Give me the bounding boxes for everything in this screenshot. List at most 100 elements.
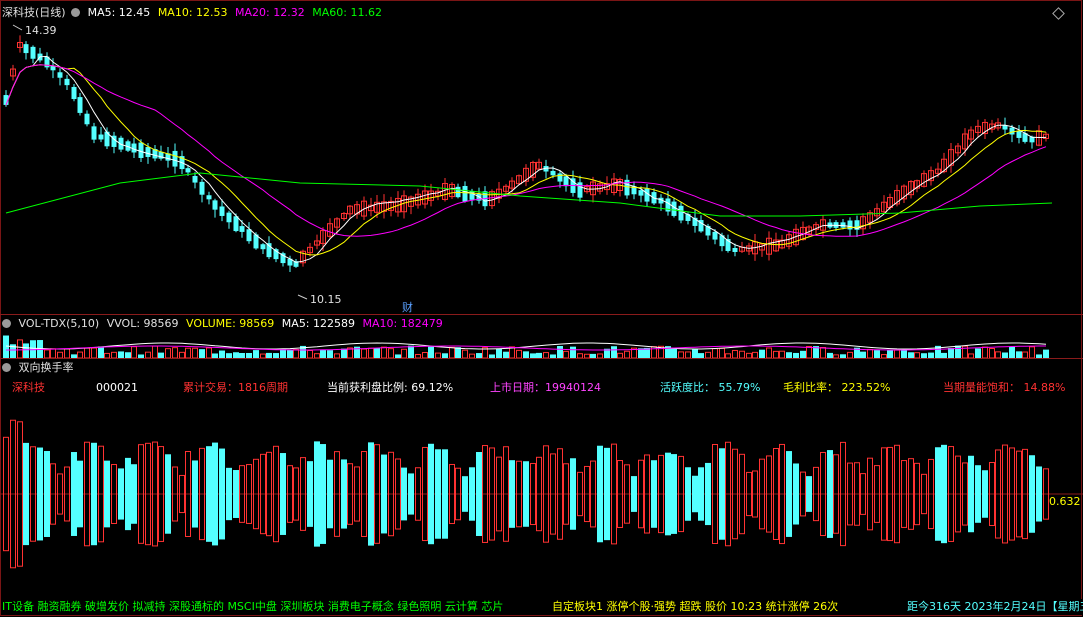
volume-chart[interactable] bbox=[0, 332, 1083, 358]
turnover-bar bbox=[368, 442, 374, 546]
volume-bar bbox=[98, 346, 104, 358]
volume-bar bbox=[712, 348, 718, 358]
volume-bar bbox=[91, 347, 97, 358]
turnover-bar bbox=[307, 461, 313, 527]
turnover-title[interactable]: 双向换手率 bbox=[19, 361, 74, 374]
volume-bar bbox=[50, 348, 56, 358]
turnover-bar bbox=[165, 454, 171, 534]
low-pointer bbox=[297, 294, 308, 300]
volume-bar bbox=[455, 347, 461, 358]
turnover-bar bbox=[631, 476, 637, 512]
volume-bar bbox=[624, 350, 630, 358]
volume-bar bbox=[692, 349, 698, 358]
candle-down bbox=[732, 247, 738, 253]
turnover-bar bbox=[705, 462, 711, 526]
candle-down bbox=[199, 181, 205, 195]
volume-bar bbox=[894, 349, 900, 358]
candle-down bbox=[64, 78, 70, 86]
info-stock-code: 000021 bbox=[96, 381, 138, 394]
ticker-concepts[interactable]: IT设备 融资融券 破增发价 拟减持 深股通标的 MSCI中盘 深圳板块 消费电… bbox=[2, 599, 503, 615]
volume-bar bbox=[23, 343, 29, 358]
volume-bar bbox=[901, 349, 907, 358]
volume-bar bbox=[604, 348, 610, 358]
candle-down bbox=[192, 175, 198, 183]
volume-bar bbox=[172, 347, 178, 358]
turnover-header: 双向换手率 bbox=[2, 361, 78, 375]
volume-bar bbox=[496, 348, 502, 358]
turnover-bar bbox=[381, 454, 387, 534]
volume-bar bbox=[989, 347, 995, 358]
turnover-bar bbox=[975, 465, 981, 523]
turnover-bar bbox=[226, 467, 232, 521]
candle-down bbox=[638, 190, 644, 196]
turnover-bar bbox=[597, 445, 603, 543]
volume-bar bbox=[219, 350, 225, 358]
turnover-bar bbox=[320, 444, 326, 544]
volume-bar bbox=[887, 350, 893, 358]
low-price-label: 10.15 bbox=[310, 293, 342, 306]
volume-options-icon[interactable] bbox=[2, 318, 11, 328]
candle-down bbox=[557, 173, 563, 182]
volume-bar bbox=[44, 349, 50, 358]
turnover-bar bbox=[570, 458, 576, 530]
turnover-bar bbox=[219, 448, 225, 540]
volume-value: VOLUME: 98569 bbox=[186, 317, 275, 330]
status-ticker: IT设备 融资融券 破增发价 拟减持 深股通标的 MSCI中盘 深圳板块 消费电… bbox=[0, 599, 1083, 615]
candle-down bbox=[712, 231, 718, 240]
turnover-bar bbox=[476, 452, 482, 536]
volume-indicator-name[interactable]: VOL-TDX(5,10) bbox=[19, 317, 100, 330]
candle-down bbox=[550, 170, 556, 176]
turnover-bar bbox=[827, 450, 833, 538]
volume-bar bbox=[732, 349, 738, 358]
volume-bar bbox=[982, 346, 988, 358]
turnover-bar bbox=[131, 464, 137, 524]
info-gross-margin: 毛利比率： 223.52% bbox=[783, 381, 891, 394]
kline-chart[interactable]: 14.39 10.15 财 bbox=[0, 18, 1083, 314]
chart-options-icon[interactable] bbox=[71, 7, 81, 17]
volume-bar bbox=[719, 347, 725, 358]
candle-down bbox=[233, 216, 239, 232]
info-listing-date: 上市日期：19940124 bbox=[490, 381, 601, 394]
candle-down bbox=[678, 205, 684, 221]
candle-down bbox=[91, 126, 97, 140]
turnover-bar bbox=[941, 444, 947, 544]
volume-bar bbox=[759, 349, 765, 358]
volume-ma5: MA5: 122589 bbox=[281, 317, 356, 330]
volume-bar bbox=[131, 346, 137, 358]
candle-down bbox=[185, 168, 191, 173]
turnover-bar bbox=[401, 467, 407, 521]
candle-down bbox=[563, 176, 569, 187]
volume-bar bbox=[671, 347, 677, 358]
volume-bar bbox=[800, 350, 806, 358]
volume-bar bbox=[1029, 346, 1035, 358]
candle-down bbox=[30, 46, 36, 59]
turnover-bar bbox=[280, 453, 286, 535]
turnover-bar bbox=[665, 452, 671, 536]
turnover-bar bbox=[125, 457, 131, 531]
volume-bar bbox=[199, 349, 205, 358]
volume-bar bbox=[975, 348, 981, 358]
candle-down bbox=[84, 113, 90, 125]
turnover-bar bbox=[935, 447, 941, 541]
volume-bar bbox=[557, 345, 563, 358]
turnover-bar bbox=[968, 455, 974, 533]
turnover-bar bbox=[806, 476, 812, 512]
finance-marker: 财 bbox=[402, 300, 413, 314]
turnover-value-label: 0.632 bbox=[1049, 495, 1081, 508]
turnover-options-icon[interactable] bbox=[2, 362, 11, 372]
turnover-chart[interactable]: 0.632 bbox=[0, 398, 1083, 598]
volume-header: VOL-TDX(5,10) VVOL: 98569 VOLUME: 98569 … bbox=[2, 317, 447, 331]
volume-bar bbox=[401, 348, 407, 358]
candle-down bbox=[145, 147, 151, 157]
turnover-bar bbox=[104, 460, 110, 528]
volume-bar bbox=[293, 349, 299, 358]
turnover-bar bbox=[671, 454, 677, 534]
volume-ma10: MA10: 182479 bbox=[362, 317, 443, 330]
volume-bar bbox=[185, 347, 191, 358]
volume-bar bbox=[948, 347, 954, 358]
ticker-custom[interactable]: 自定板块1 涨停个股·强势 超跌 股价 10:23 统计涨停 26次 bbox=[552, 599, 838, 615]
volume-bar bbox=[17, 339, 23, 358]
turnover-bar bbox=[118, 468, 124, 520]
candle-down bbox=[671, 201, 677, 216]
volume-bar bbox=[192, 347, 198, 358]
